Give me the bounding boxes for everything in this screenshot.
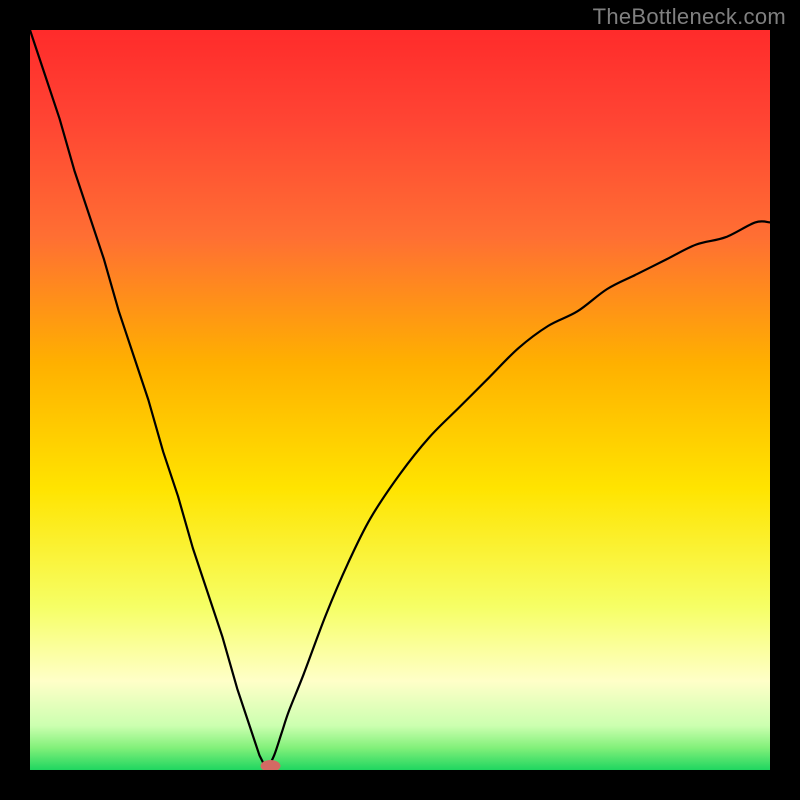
watermark-text: TheBottleneck.com bbox=[593, 4, 786, 30]
chart-frame: TheBottleneck.com bbox=[0, 0, 800, 800]
chart-curve-layer bbox=[30, 30, 770, 770]
bottleneck-curve bbox=[30, 30, 770, 770]
chart-plot-area bbox=[30, 30, 770, 770]
